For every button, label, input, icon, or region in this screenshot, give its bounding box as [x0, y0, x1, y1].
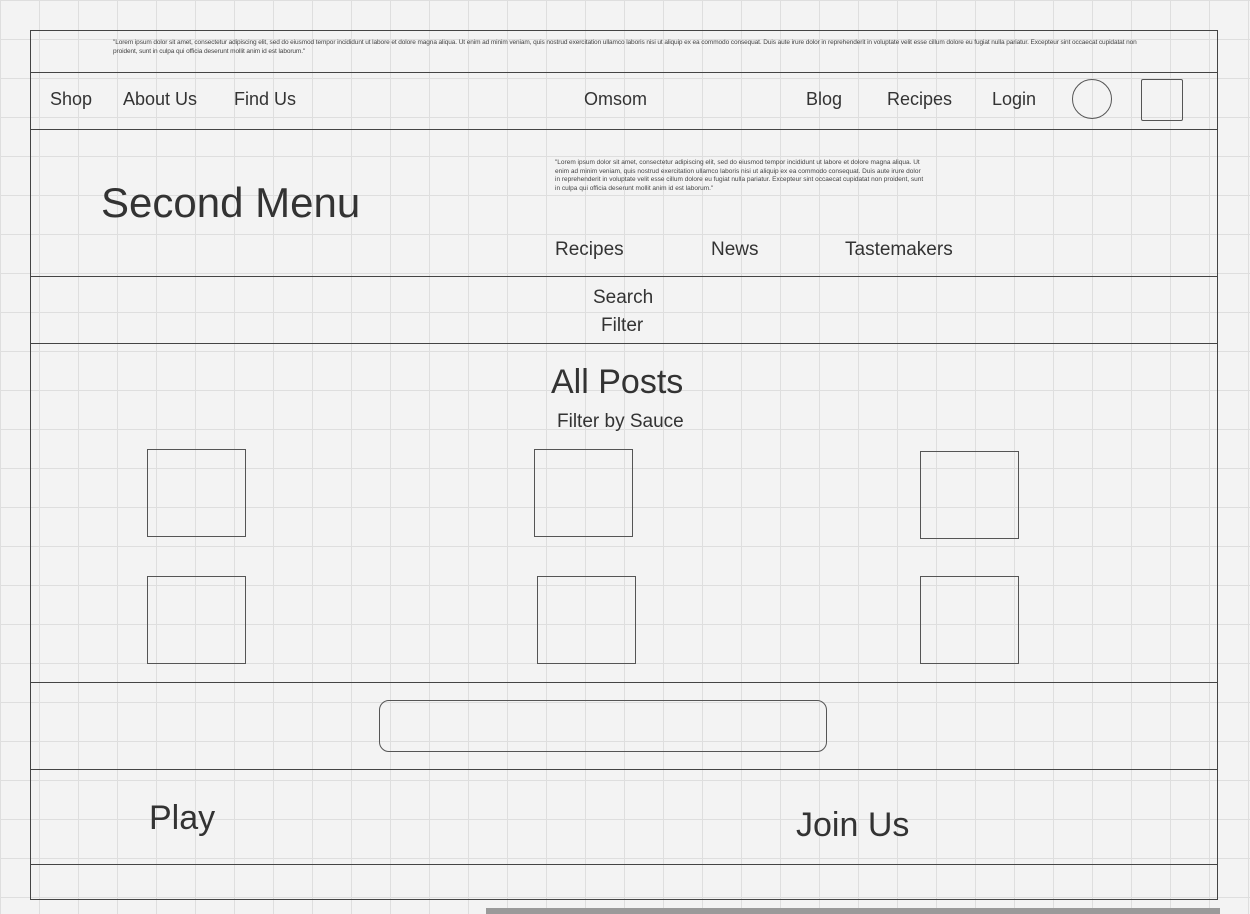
- divider: [31, 72, 1217, 73]
- sub-nav-tastemakers[interactable]: Tastemakers: [845, 239, 953, 261]
- divider: [31, 129, 1217, 130]
- brand-logo[interactable]: Omsom: [584, 89, 647, 110]
- join-us-link[interactable]: Join Us: [796, 806, 909, 845]
- sub-nav-news[interactable]: News: [711, 239, 759, 261]
- filter-by-sauce-label[interactable]: Filter by Sauce: [557, 411, 684, 433]
- announcement-text: "Lorem ipsum dolor sit amet, consectetur…: [113, 39, 1137, 55]
- nav-link-about-us[interactable]: About Us: [123, 89, 197, 110]
- nav-link-shop[interactable]: Shop: [50, 89, 92, 110]
- nav-link-login[interactable]: Login: [992, 89, 1036, 110]
- divider: [31, 343, 1217, 344]
- second-menu-title: Second Menu: [101, 179, 361, 226]
- all-posts-heading: All Posts: [551, 363, 684, 401]
- post-thumbnail[interactable]: [534, 449, 633, 537]
- horizontal-scrollbar[interactable]: [486, 908, 1220, 914]
- nav-link-blog[interactable]: Blog: [806, 89, 842, 110]
- divider: [31, 682, 1217, 683]
- post-thumbnail[interactable]: [920, 576, 1019, 664]
- divider: [31, 769, 1217, 770]
- nav-link-find-us[interactable]: Find Us: [234, 89, 296, 110]
- divider: [31, 276, 1217, 277]
- post-thumbnail[interactable]: [537, 576, 636, 664]
- circle-icon[interactable]: [1072, 79, 1112, 119]
- second-menu-description: "Lorem ipsum dolor sit amet, consectetur…: [555, 159, 924, 192]
- post-thumbnail[interactable]: [920, 451, 1019, 539]
- divider: [31, 864, 1217, 865]
- wireframe-frame: "Lorem ipsum dolor sit amet, consectetur…: [30, 30, 1218, 900]
- filter-label[interactable]: Filter: [601, 315, 643, 337]
- search-input[interactable]: [379, 700, 827, 752]
- sub-nav-recipes[interactable]: Recipes: [555, 239, 624, 261]
- nav-link-recipes[interactable]: Recipes: [887, 89, 952, 110]
- post-thumbnail[interactable]: [147, 576, 246, 664]
- square-icon[interactable]: [1141, 79, 1183, 121]
- play-link[interactable]: Play: [149, 799, 215, 838]
- search-label[interactable]: Search: [593, 287, 653, 309]
- post-thumbnail[interactable]: [147, 449, 246, 537]
